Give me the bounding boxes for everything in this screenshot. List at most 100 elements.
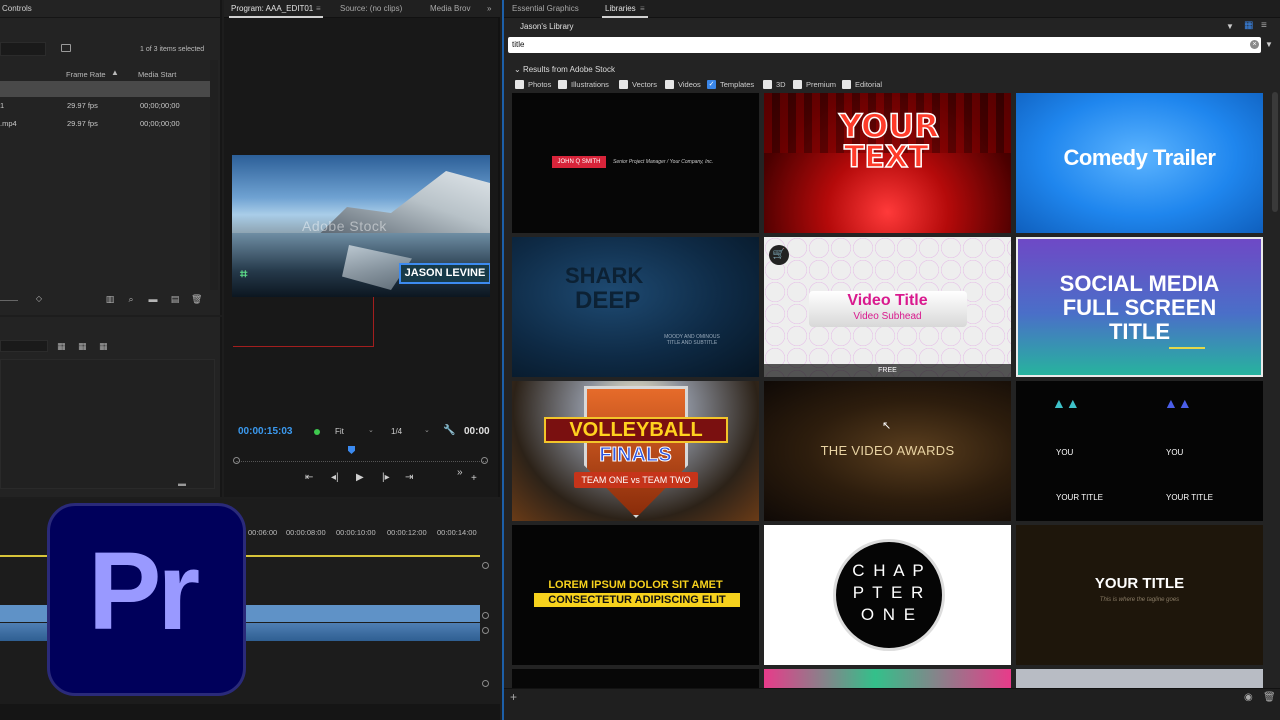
tab-media-browser[interactable]: Media Brov [430, 4, 470, 13]
filter-editorial[interactable]: Editorial [842, 80, 882, 89]
resolution-dropdown[interactable]: 1/4 [391, 427, 402, 436]
secondary-search-input[interactable] [0, 340, 48, 352]
find-icon[interactable]: ⌕ [126, 294, 136, 304]
tab-program[interactable]: Program: AAA_EDIT01 [231, 4, 313, 13]
new-bin-icon[interactable] [61, 44, 71, 52]
track-end-handle[interactable] [482, 627, 489, 634]
filter-premium[interactable]: Premium [793, 80, 836, 89]
stock-template-thumbnail[interactable]: C H A P P T E R O N E [764, 525, 1011, 665]
filter-photos[interactable]: Photos [515, 80, 551, 89]
list-view-icon[interactable]: ≡ [1261, 20, 1267, 31]
stock-template-thumbnail[interactable]: LOREM IPSUM DOLOR SIT AMET CONSECTETUR A… [512, 525, 759, 665]
play-icon[interactable]: ▶ [356, 472, 364, 483]
step-forward-icon[interactable]: |▸ [382, 472, 390, 483]
column-header-frame-rate[interactable]: Frame Rate [66, 70, 106, 79]
clear-search-icon[interactable]: × [1250, 40, 1259, 49]
title-line: SOCIAL MEDIA [1059, 271, 1220, 296]
lower-third-title[interactable]: JASON LEVINE [399, 263, 490, 284]
filter-label: Videos [678, 80, 701, 89]
add-button-icon[interactable]: + [471, 473, 477, 484]
zoom-handle-icon[interactable]: ◇ [34, 294, 44, 304]
checkbox-checked-icon[interactable]: ✓ [707, 80, 716, 89]
monitor-time-ruler[interactable] [236, 452, 486, 462]
stock-template-thumbnail[interactable]: YOUR TITLE This is where the tagline goe… [1016, 525, 1263, 665]
stock-template-thumbnail[interactable] [1016, 669, 1263, 688]
chevron-down-icon[interactable]: ▼ [1226, 22, 1234, 31]
tab-libraries[interactable]: Libraries [605, 4, 636, 13]
stock-template-thumbnail[interactable]: YOUR TEXT [764, 93, 1011, 233]
library-selector[interactable]: Jason's Library [520, 22, 574, 31]
filter-illustrations[interactable]: Illustrations [558, 80, 609, 89]
ruler-end-handle[interactable] [481, 457, 488, 464]
chevron-down-icon[interactable]: ⌄ [424, 426, 430, 434]
results-header[interactable]: ⌄ Results from Adobe Stock [514, 65, 615, 74]
checkbox-icon[interactable] [515, 80, 524, 89]
tab-essential-graphics[interactable]: Essential Graphics [512, 4, 579, 13]
filter-videos[interactable]: Videos [665, 80, 701, 89]
video-frame[interactable]: Adobe Stock ⌗ JASON LEVINE [232, 155, 490, 297]
fit-dropdown[interactable]: Fit [335, 427, 344, 436]
checkbox-icon[interactable] [793, 80, 802, 89]
row-name[interactable]: 1 [0, 101, 4, 110]
new-item-icon[interactable]: ▤ [170, 294, 180, 304]
folder-icon[interactable]: ▬ [178, 479, 186, 488]
wrench-icon[interactable]: 🔧 [443, 425, 455, 436]
stock-template-thumbnail[interactable]: JOHN Q SMITH Senior Project Manager / Yo… [512, 93, 759, 233]
checkbox-icon[interactable] [558, 80, 567, 89]
chevron-down-icon[interactable]: ⌄ [368, 426, 374, 434]
filter-3d[interactable]: 3D [763, 80, 786, 89]
stock-template-thumbnail[interactable]: 🛒 Video Title Video Subhead FREE [764, 237, 1011, 377]
clip-icon[interactable]: ▦ [57, 341, 68, 351]
search-scope-icon[interactable]: ▼ [1265, 40, 1273, 49]
more-controls-icon[interactable]: » [457, 467, 463, 478]
checkbox-icon[interactable] [763, 80, 772, 89]
channel-logo-icon: ⌗ [240, 266, 248, 281]
filter-templates[interactable]: ✓ Templates [707, 80, 754, 89]
stock-template-thumbnail[interactable]: ▲▲ ▲▲ YOU YOU YOUR TITLE YOUR TITLE [1016, 381, 1263, 521]
step-back-icon[interactable]: ◂| [331, 472, 339, 483]
clip-icon[interactable]: ▦ [78, 341, 89, 351]
track-end-handle[interactable] [482, 680, 489, 687]
zoom-slider[interactable] [0, 300, 18, 301]
visibility-icon[interactable]: ◉ [1244, 692, 1253, 703]
trash-icon[interactable]: 🗑 [191, 294, 202, 304]
stock-template-thumbnail[interactable]: VOLLEYBALL FINALS TEAM ONE vs TEAM TWO [512, 381, 759, 521]
go-to-in-icon[interactable]: ⇤ [305, 472, 313, 483]
trash-icon[interactable]: 🗑 [1263, 692, 1276, 703]
new-bin-icon[interactable]: ▬ [148, 294, 158, 304]
stock-template-thumbnail[interactable]: SOCIAL MEDIA FULL SCREEN TITLE [1016, 237, 1263, 377]
more-tabs-icon[interactable]: » [487, 4, 491, 13]
stock-template-thumbnail[interactable] [512, 669, 759, 688]
cart-icon[interactable]: 🛒 [769, 245, 789, 265]
table-row-selected[interactable] [0, 81, 210, 97]
go-to-out-icon[interactable]: ⇥ [405, 472, 413, 483]
tab-source[interactable]: Source: (no clips) [340, 4, 402, 13]
track-end-handle[interactable] [482, 562, 489, 569]
checkbox-icon[interactable] [619, 80, 628, 89]
checkbox-icon[interactable] [665, 80, 674, 89]
tab-menu-icon[interactable]: ≡ [640, 4, 645, 13]
stock-template-thumbnail[interactable] [764, 669, 1011, 688]
stock-template-thumbnail[interactable]: SHARK DEEP MOODY AND OMINOUS TITLE AND S… [512, 237, 759, 377]
stock-template-thumbnail[interactable]: Comedy Trailer [1016, 93, 1263, 233]
ruler-start-handle[interactable] [233, 457, 240, 464]
playhead-timecode[interactable]: 00:00:15:03 [238, 426, 292, 437]
clip-icon[interactable]: ▦ [99, 341, 110, 351]
chevron-down-icon[interactable]: ⌄ [514, 65, 523, 74]
row-name[interactable]: .mp4 [0, 119, 17, 128]
tab-menu-icon[interactable]: ≡ [316, 4, 321, 13]
results-scrollbar[interactable] [1272, 92, 1278, 212]
freeform-view-icon[interactable]: ▥ [105, 294, 115, 304]
project-search-input[interactable] [0, 42, 46, 56]
checkbox-icon[interactable] [842, 80, 851, 89]
grid-view-icon[interactable]: ▦ [1244, 20, 1253, 31]
sort-ascending-icon[interactable]: ▲ [111, 68, 119, 77]
project-scrollbar[interactable] [210, 60, 218, 290]
project-tab-title[interactable]: Controls [2, 4, 32, 13]
stock-search-input[interactable]: title × [508, 37, 1261, 53]
column-header-media-start[interactable]: Media Start [138, 70, 176, 79]
stock-template-thumbnail[interactable]: THE VIDEO AWARDS ↖ [764, 381, 1011, 521]
add-content-icon[interactable]: + [510, 690, 517, 704]
filter-vectors[interactable]: Vectors [619, 80, 657, 89]
track-end-handle[interactable] [482, 612, 489, 619]
